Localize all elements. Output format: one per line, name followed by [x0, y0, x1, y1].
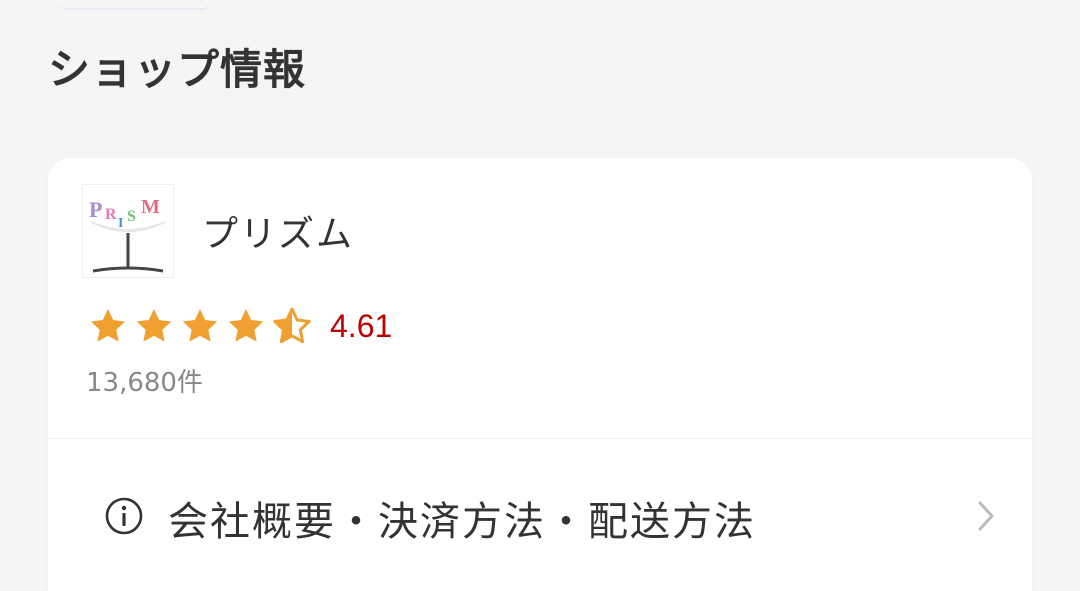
shop-logo-image: P R I S M [89, 196, 165, 273]
company-info-label: 会社概要・決済方法・配送方法 [168, 499, 756, 545]
chevron-right-icon [978, 501, 994, 531]
shop-name[interactable]: プリズム [202, 205, 354, 257]
company-info-link[interactable]: 会社概要・決済方法・配送方法 [48, 439, 1032, 589]
star-filled-icon [90, 309, 126, 342]
shop-rating: 4.61 [88, 306, 392, 346]
shop-header[interactable]: P R I S M プリズム [82, 184, 354, 278]
section-title: ショップ情報 [48, 45, 307, 94]
shop-logo[interactable]: P R I S M [82, 184, 174, 278]
star-half-icon [273, 307, 311, 344]
shop-info-card: P R I S M プリズム 4.61 13,680件 会社概要・決済方法・配送… [48, 158, 1032, 591]
rating-value: 4.61 [330, 307, 393, 344]
svg-text:P: P [89, 197, 102, 222]
previous-section-edge [60, 0, 210, 10]
svg-text:R: R [105, 206, 117, 223]
svg-text:S: S [127, 208, 136, 225]
info-circle-icon [105, 497, 143, 535]
review-count[interactable]: 13,680件 [86, 362, 203, 399]
star-filled-icon [182, 309, 218, 342]
svg-text:M: M [141, 196, 160, 218]
shop-info-page: ショップ情報 P R I S M プリズム 4.61 13,680件 会社概要・… [0, 0, 1080, 591]
svg-text:I: I [118, 216, 123, 231]
star-filled-icon [228, 309, 264, 342]
star-filled-icon [136, 309, 172, 342]
